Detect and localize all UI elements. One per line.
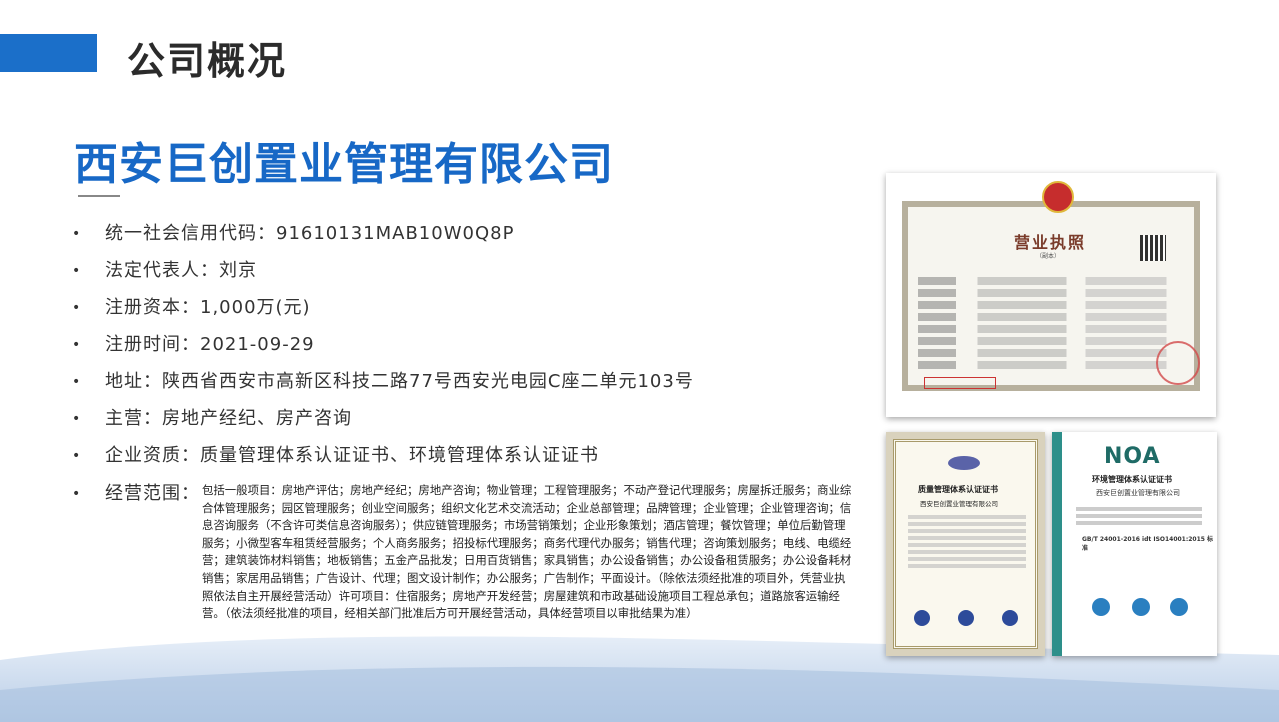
info-item-text: 注册资本：1,000万(元): [105, 297, 311, 318]
iaf-seal-icon: [1170, 598, 1188, 616]
page-title: 公司概况: [127, 38, 288, 83]
certificate-side-band: [1052, 432, 1062, 656]
qms-title: 质量管理体系认证证书: [918, 485, 998, 494]
cnas-seal-icon: [1002, 610, 1018, 626]
info-item-address: • 地址：陕西省西安市高新区科技二路77号西安光电园C座二单元103号: [72, 368, 862, 405]
info-item-business: • 主营：房地产经纪、房产咨询: [72, 405, 862, 442]
info-item-text: 法定代表人：刘京: [105, 260, 257, 281]
company-name: 西安巨创置业管理有限公司: [74, 139, 614, 190]
bullet: •: [72, 337, 82, 353]
bullet: •: [72, 226, 82, 242]
ems-company: 西安巨创置业管理有限公司: [1096, 489, 1180, 497]
info-item-text: 统一社会信用代码：91610131MAB10W0Q8P: [105, 223, 515, 244]
qms-details: [908, 512, 1026, 571]
info-item-capital: • 注册资本：1,000万(元): [72, 294, 862, 331]
ems-standard: GB/T 24001-2016 idt ISO14001:2015 标准: [1082, 536, 1214, 552]
bullet: •: [72, 486, 81, 502]
quality-certificate-image: 质量管理体系认证证书 西安巨创置业管理有限公司: [886, 432, 1045, 656]
info-item-credit-code: • 统一社会信用代码：91610131MAB10W0Q8P: [72, 220, 862, 257]
zrx-logo-icon: [948, 456, 980, 470]
iaf-seal-icon: [958, 610, 974, 626]
company-info-list: • 统一社会信用代码：91610131MAB10W0Q8P • 法定代表人：刘京…: [72, 220, 862, 479]
license-subtitle: （副本）: [1036, 253, 1061, 260]
ems-title: 环境管理体系认证证书: [1092, 475, 1172, 484]
qms-frame: 质量管理体系认证证书 西安巨创置业管理有限公司: [893, 439, 1038, 649]
anab-seal-icon: [1132, 598, 1150, 616]
bullet: •: [72, 374, 82, 390]
accreditation-seal-icon: [1092, 598, 1110, 616]
info-item-reg-date: • 注册时间：2021-09-29: [72, 331, 862, 368]
official-seal-icon: [1156, 341, 1200, 385]
title-divider: [78, 195, 120, 197]
bullet: •: [72, 300, 82, 316]
info-item-text: 地址：陕西省西安市高新区科技二路77号西安光电园C座二单元103号: [105, 371, 694, 392]
business-scope-label: 经营范围：: [105, 483, 200, 504]
business-scope-text: 包括一般项目：房地产评估；房地产经纪；房地产咨询；物业管理；工程管理服务；不动产…: [202, 483, 852, 621]
info-item-text: 注册时间：2021-09-29: [105, 334, 315, 355]
qms-company: 西安巨创置业管理有限公司: [920, 500, 998, 508]
bullet: •: [72, 263, 82, 279]
noa-logo: NOA: [1104, 444, 1161, 469]
accreditation-seal-icon: [914, 610, 930, 626]
qr-code-icon: [1140, 235, 1166, 261]
license-frame: 营业执照 （副本）: [902, 181, 1200, 391]
info-item-text: 主营：房地产经纪、房产咨询: [105, 408, 352, 429]
change-stamp: [924, 377, 996, 389]
business-license-image: 营业执照 （副本）: [886, 173, 1216, 417]
ems-details: [1076, 504, 1202, 528]
info-item-legal-rep: • 法定代表人：刘京: [72, 257, 862, 294]
environment-certificate-image: NOA 环境管理体系认证证书 西安巨创置业管理有限公司 GB/T 24001-2…: [1052, 432, 1217, 656]
license-title: 营业执照: [1014, 233, 1087, 252]
title-accent-bar: [0, 34, 97, 72]
info-item-qualification: • 企业资质：质量管理体系认证证书、环境管理体系认证证书: [72, 442, 862, 479]
license-details: [918, 273, 1188, 373]
bullet: •: [72, 411, 82, 427]
national-emblem-icon: [1042, 181, 1074, 213]
bullet: •: [72, 448, 82, 464]
info-item-text: 企业资质：质量管理体系认证证书、环境管理体系认证证书: [105, 445, 599, 466]
